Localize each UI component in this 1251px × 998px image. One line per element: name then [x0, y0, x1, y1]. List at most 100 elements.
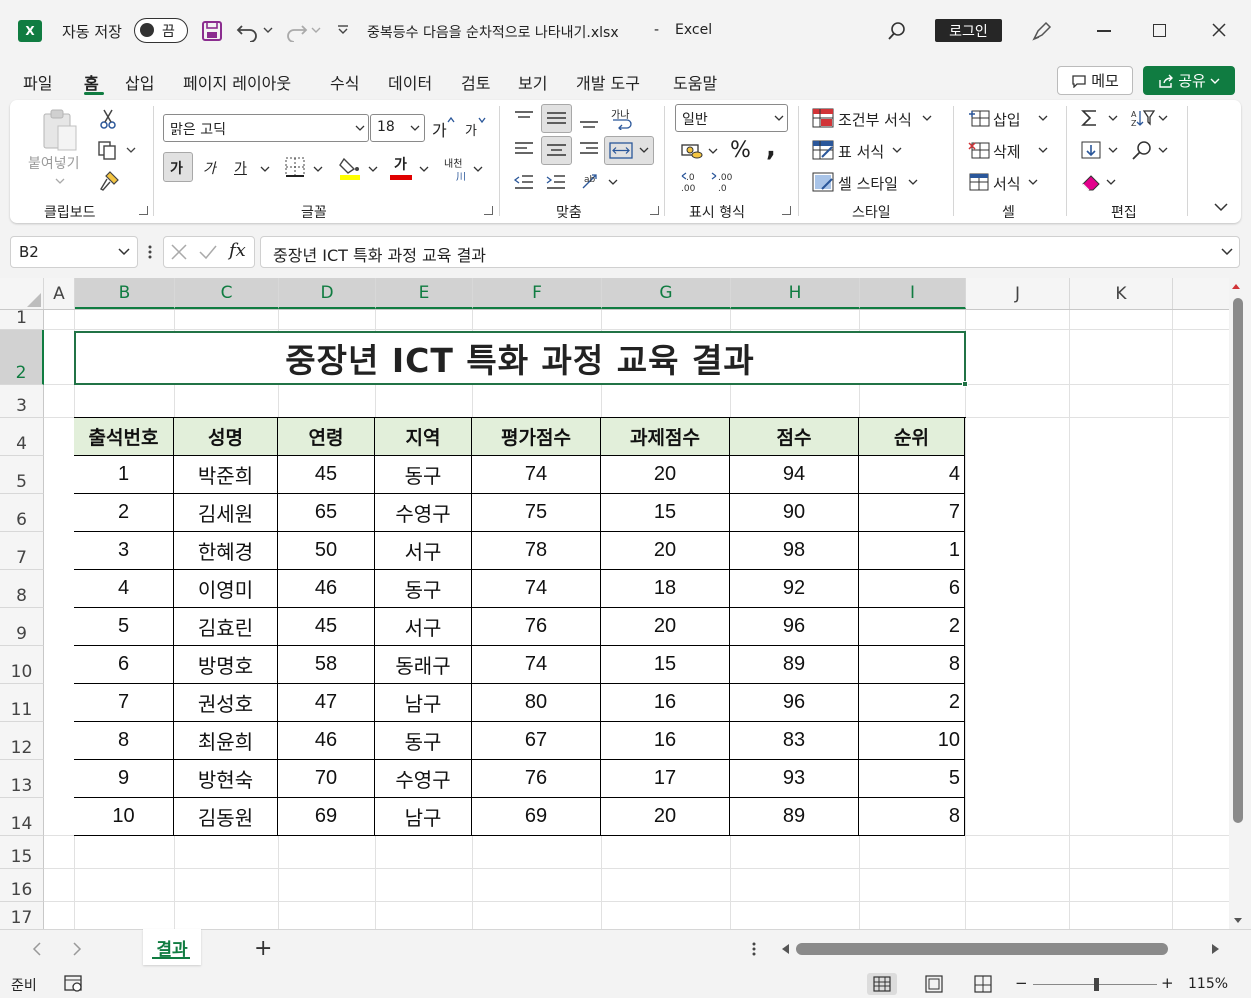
cell-age[interactable]: 47 — [278, 684, 375, 722]
redo-icon[interactable] — [284, 20, 308, 42]
cell-assignment-score[interactable]: 20 — [601, 608, 730, 646]
cell-name[interactable]: 한혜경 — [174, 532, 278, 570]
minimize-icon[interactable] — [1097, 30, 1111, 32]
delete-cells-icon[interactable] — [968, 140, 990, 160]
cancel-entry-icon[interactable] — [170, 243, 188, 261]
vertical-scroll-thumb[interactable] — [1233, 298, 1243, 823]
cell-name[interactable]: 김세원 — [174, 494, 278, 532]
cell-region[interactable]: 동구 — [375, 722, 472, 760]
cell-age[interactable]: 46 — [278, 570, 375, 608]
menu-formulas[interactable]: 수식 — [330, 70, 359, 94]
cell-total-score[interactable]: 83 — [730, 722, 859, 760]
font-name-combo[interactable]: 맑은 고딕 — [163, 114, 369, 142]
normal-view-button[interactable] — [867, 973, 897, 995]
customize-toolbar-icon[interactable] — [337, 24, 349, 36]
currency-icon[interactable] — [680, 142, 704, 160]
header-cell-name[interactable]: 성명 — [174, 418, 278, 456]
sheet-tab-result[interactable]: 결과 — [143, 929, 201, 965]
zoom-slider-thumb[interactable] — [1094, 978, 1099, 991]
fill-handle[interactable] — [962, 381, 968, 387]
cell-name[interactable]: 방명호 — [174, 646, 278, 684]
cell-name[interactable]: 김동원 — [174, 798, 278, 836]
page-break-view-icon[interactable] — [973, 975, 993, 993]
cell-region[interactable]: 동구 — [375, 456, 472, 494]
column-header-j[interactable]: J — [966, 278, 1070, 309]
row-header-7[interactable]: 7 — [0, 532, 44, 570]
font-color-button[interactable]: 가 — [394, 154, 407, 174]
cell-rank[interactable]: 2 — [859, 608, 965, 646]
name-box-dropdown-icon[interactable] — [118, 248, 130, 256]
cell-age[interactable]: 46 — [278, 722, 375, 760]
row-header-15[interactable]: 15 — [0, 836, 44, 869]
align-right-icon[interactable] — [578, 139, 600, 159]
format-cells-label[interactable]: 서식 — [993, 173, 1021, 194]
column-header-i[interactable]: I — [860, 278, 966, 309]
expand-formula-bar-icon[interactable] — [1221, 248, 1233, 256]
cell-rank[interactable]: 1 — [859, 532, 965, 570]
cell-region[interactable]: 동구 — [375, 570, 472, 608]
cell-total-score[interactable]: 92 — [730, 570, 859, 608]
paste-label[interactable]: 붙여넣기 — [28, 153, 80, 173]
cell-total-score[interactable]: 89 — [730, 798, 859, 836]
cell-eval-score[interactable]: 80 — [472, 684, 601, 722]
collapse-ribbon-icon[interactable] — [1214, 202, 1228, 212]
column-header-e[interactable]: E — [376, 278, 473, 309]
align-top-icon[interactable] — [513, 108, 535, 128]
cell-assignment-score[interactable]: 15 — [601, 646, 730, 684]
orientation-dropdown-icon[interactable] — [608, 178, 618, 186]
underline-dropdown-icon[interactable] — [260, 165, 270, 173]
header-cell-attendance-no[interactable]: 출석번호 — [74, 418, 174, 456]
row-header-8[interactable]: 8 — [0, 570, 44, 608]
page-layout-view-icon[interactable] — [924, 975, 944, 993]
cell-rank[interactable]: 8 — [859, 798, 965, 836]
conditional-format-dropdown-icon[interactable] — [922, 114, 932, 122]
column-header-c[interactable]: C — [175, 278, 279, 309]
align-middle-button[interactable] — [541, 104, 572, 133]
cell-total-score[interactable]: 96 — [730, 608, 859, 646]
cell-age[interactable]: 50 — [278, 532, 375, 570]
cell-rank[interactable]: 2 — [859, 684, 965, 722]
row-header-3[interactable]: 3 — [0, 385, 44, 418]
row-header-5[interactable]: 5 — [0, 456, 44, 494]
decrease-decimal-icon[interactable]: .00.0 — [710, 171, 736, 193]
scroll-down-icon[interactable] — [1233, 917, 1243, 925]
cell-eval-score[interactable]: 76 — [472, 760, 601, 798]
autosum-icon[interactable] — [1080, 108, 1100, 128]
save-icon[interactable] — [201, 20, 223, 42]
cell-region[interactable]: 서구 — [375, 532, 472, 570]
cell-eval-score[interactable]: 74 — [472, 456, 601, 494]
font-color-dropdown-icon[interactable] — [419, 165, 429, 173]
row-header-4[interactable]: 4 — [0, 418, 44, 456]
search-icon[interactable] — [886, 20, 908, 42]
row-header-11[interactable]: 11 — [0, 684, 44, 722]
cell-name[interactable]: 김효린 — [174, 608, 278, 646]
cell-attendance-no[interactable]: 8 — [74, 722, 174, 760]
comma-style-button[interactable]: , — [766, 133, 776, 163]
copy-dropdown-icon[interactable] — [126, 146, 136, 154]
format-cells-icon[interactable] — [968, 172, 990, 192]
border-dropdown-icon[interactable] — [313, 165, 323, 173]
copy-icon[interactable] — [97, 140, 119, 160]
cell-eval-score[interactable]: 74 — [472, 646, 601, 684]
cell-styles-label[interactable]: 셀 스타일 — [838, 173, 898, 194]
menu-developer[interactable]: 개발 도구 — [576, 70, 640, 94]
align-center-button[interactable] — [541, 136, 572, 165]
cell-attendance-no[interactable]: 6 — [74, 646, 174, 684]
maximize-icon[interactable] — [1153, 24, 1166, 37]
cell-rank[interactable]: 6 — [859, 570, 965, 608]
formula-input[interactable]: 중장년 ICT 특화 과정 교육 결과 — [260, 236, 1240, 268]
menu-insert[interactable]: 삽입 — [125, 70, 154, 94]
redo-dropdown-icon[interactable] — [311, 26, 321, 34]
insert-cells-icon[interactable] — [968, 108, 990, 128]
font-launcher-icon[interactable] — [484, 206, 493, 215]
zoom-out-button[interactable]: − — [1015, 974, 1028, 992]
decrease-indent-icon[interactable] — [513, 172, 535, 192]
scroll-left-icon[interactable] — [780, 943, 790, 955]
cell-eval-score[interactable]: 69 — [472, 798, 601, 836]
prev-sheet-icon[interactable] — [32, 942, 42, 956]
cell-name[interactable]: 박준희 — [174, 456, 278, 494]
cell-name[interactable]: 권성호 — [174, 684, 278, 722]
row-header-1[interactable]: 1 — [0, 308, 44, 330]
format-painter-icon[interactable] — [98, 170, 120, 192]
cell-age[interactable]: 58 — [278, 646, 375, 684]
